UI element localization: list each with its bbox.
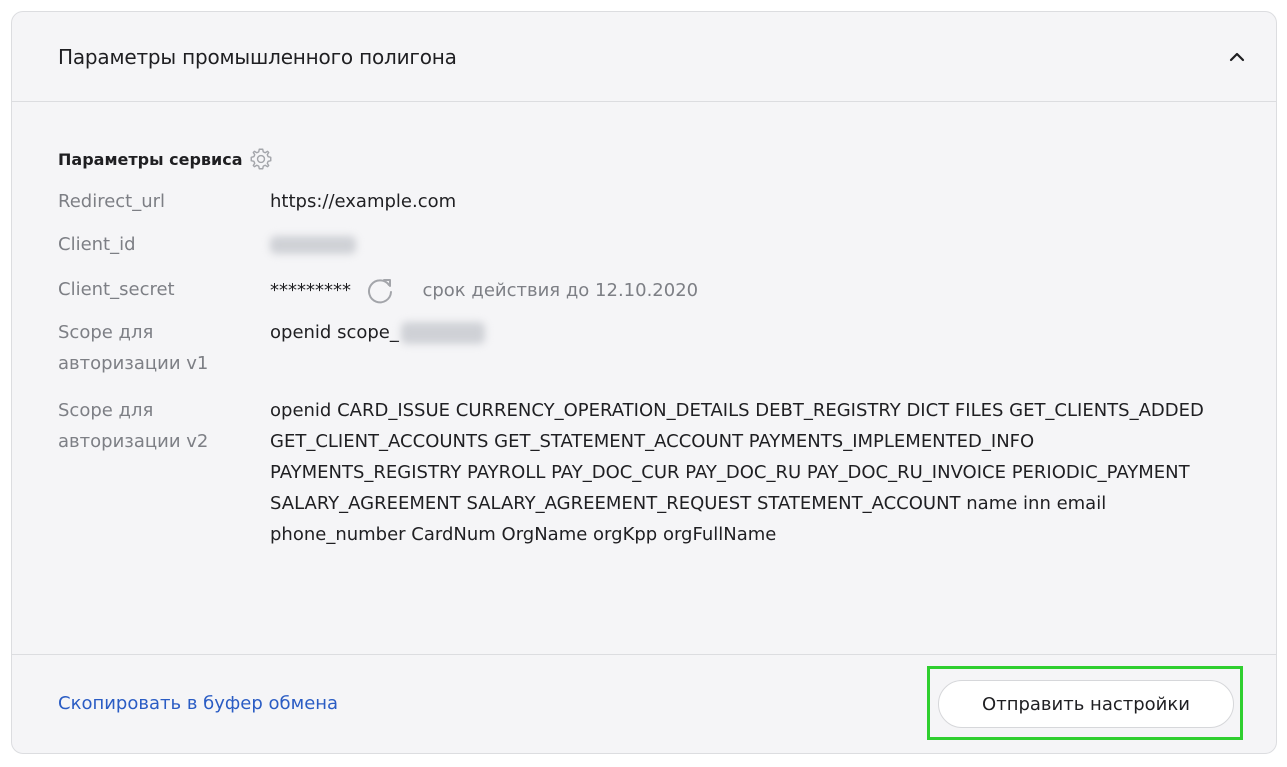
- redirect-url-label: Redirect_url: [58, 191, 166, 212]
- scope-v1-value: openid scope_: [270, 322, 399, 343]
- collapse-button[interactable]: [1224, 44, 1250, 70]
- client-id-redacted: [270, 236, 356, 254]
- scope-v2-value: openid CARD_ISSUE CURRENCY_OPERATION_DET…: [270, 400, 1204, 545]
- client-secret-label: Client_secret: [58, 279, 175, 300]
- client-id-value: [270, 229, 1230, 260]
- scope-v1-redacted: [400, 322, 485, 344]
- panel-footer: Скопировать в буфер обмена Отправить нас…: [12, 654, 1276, 753]
- client-id-label: Client_id: [58, 234, 136, 255]
- service-params-heading: Параметры сервиса: [58, 145, 275, 173]
- redirect-url-value: https://example.com: [270, 191, 457, 212]
- scope-v2-label: Scope для авторизации v2: [58, 400, 209, 452]
- panel-header[interactable]: Параметры промышленного полигона: [12, 12, 1276, 102]
- client-secret-value: *********: [270, 280, 351, 301]
- production-params-panel: Параметры промышленного полигона Парамет…: [11, 11, 1277, 754]
- send-settings-button[interactable]: Отправить настройки: [938, 680, 1234, 728]
- copy-to-clipboard-link[interactable]: Скопировать в буфер обмена: [58, 693, 338, 714]
- panel-title: Параметры промышленного полигона: [58, 45, 457, 69]
- gear-icon: [250, 148, 272, 170]
- scope-v1-value-line: openid scope_: [270, 317, 1230, 348]
- regenerate-secret-button[interactable]: [363, 274, 397, 308]
- chevron-up-icon: [1229, 52, 1245, 62]
- refresh-icon: [367, 279, 392, 304]
- settings-button[interactable]: [247, 145, 275, 173]
- secret-expiry-text: срок действия до 12.10.2020: [422, 280, 699, 301]
- service-params-title: Параметры сервиса: [58, 149, 243, 169]
- scope-v1-label: Scope для авторизации v1: [58, 322, 209, 374]
- client-secret-value-line: ********* срок действия до 12.10.2020: [270, 274, 1230, 308]
